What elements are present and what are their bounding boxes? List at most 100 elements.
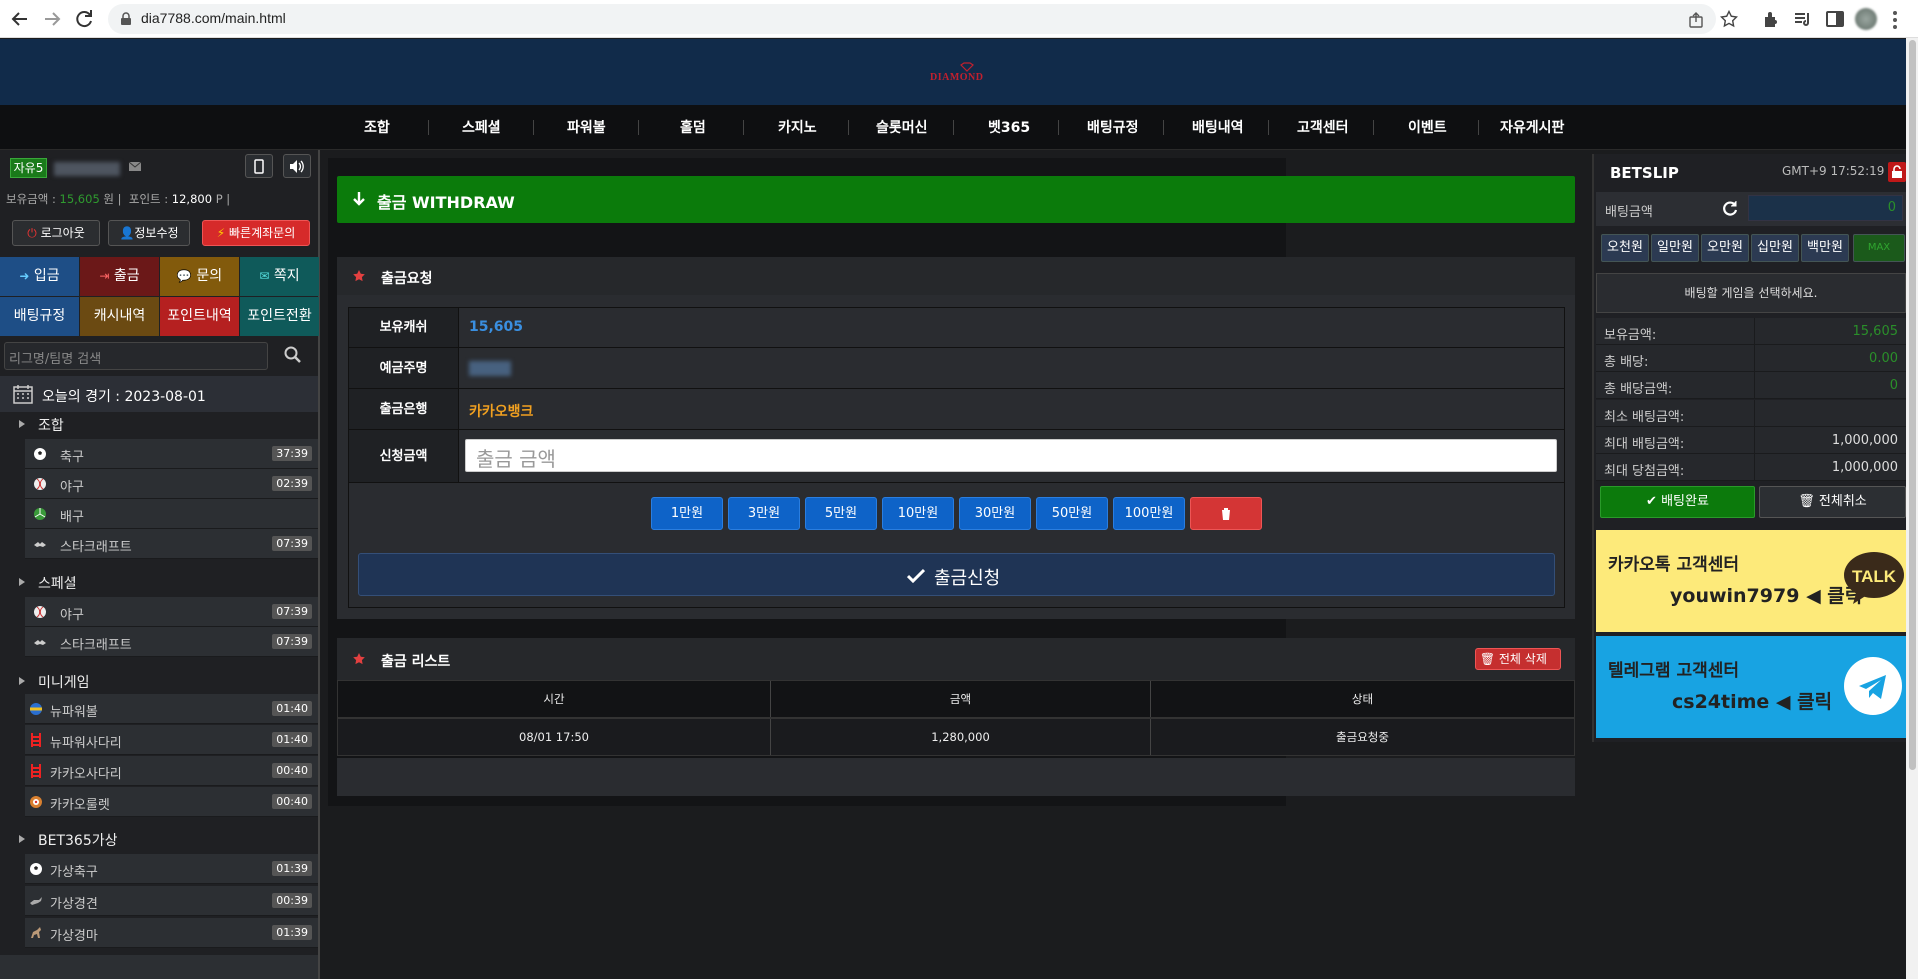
- nav-slot[interactable]: 슬롯머신: [876, 117, 928, 137]
- nav-holdem[interactable]: 홀덤: [680, 117, 706, 137]
- fast-account-button[interactable]: ⚡ 빠른계좌문의: [202, 220, 310, 246]
- amount-50k-button[interactable]: 5만원: [805, 497, 877, 530]
- chip-max[interactable]: MAX: [1853, 234, 1905, 262]
- kakao-support-banner[interactable]: 카카오톡 고객센터 youwin7979 ◀ 클릭 TALK: [1596, 530, 1908, 632]
- amount-30k-button[interactable]: 3만원: [728, 497, 800, 530]
- nav-betting-history[interactable]: 배팅내역: [1192, 117, 1244, 137]
- chat-icon: 💬: [176, 269, 192, 283]
- sidebar-footer: [0, 955, 318, 979]
- league-search-input[interactable]: 리그명/팀명 검색: [4, 342, 268, 370]
- minigame-item[interactable]: 카카오사다리 00:40: [25, 756, 318, 786]
- address-bar[interactable]: dia7788.com/main.html: [108, 4, 1716, 34]
- chip-10000[interactable]: 일만원: [1651, 234, 1699, 262]
- amount-10k-button[interactable]: 1만원: [651, 497, 723, 530]
- betslip-notice: 배팅할 게임을 선택하세요.: [1596, 273, 1906, 313]
- bookmark-star-icon[interactable]: [1720, 10, 1738, 28]
- amount-300k-button[interactable]: 30만원: [959, 497, 1031, 530]
- nav-casino[interactable]: 카지노: [778, 117, 817, 137]
- search-icon[interactable]: [284, 346, 302, 364]
- betslip-title: BETSLIP: [1610, 164, 1679, 182]
- sport-item[interactable]: 배구: [25, 499, 318, 529]
- virtual-item[interactable]: 가상축구 01:39: [25, 854, 318, 884]
- minigame-item[interactable]: 카카오룰렛 00:40: [25, 787, 318, 817]
- mail-icon[interactable]: [128, 160, 142, 172]
- chip-50000[interactable]: 오만원: [1701, 234, 1749, 262]
- quick-cash-history[interactable]: 캐시내역: [80, 297, 159, 336]
- minigame-item[interactable]: 뉴파워볼 01:40: [25, 694, 318, 724]
- withdraw-list-footer: [337, 758, 1575, 796]
- side-panel-icon[interactable]: [1825, 9, 1845, 29]
- amount-1m-button[interactable]: 100만원: [1113, 497, 1185, 530]
- quick-point-history[interactable]: 포인트내역: [160, 297, 239, 336]
- quick-point-convert[interactable]: 포인트전환: [240, 297, 319, 336]
- nav-powerball[interactable]: 파워볼: [567, 117, 606, 137]
- sport-item[interactable]: 스타크래프트 07:39: [25, 627, 318, 657]
- chip-5000[interactable]: 오천원: [1601, 234, 1649, 262]
- amount-reset-button[interactable]: [1190, 497, 1262, 530]
- reading-list-icon[interactable]: [1793, 9, 1813, 29]
- category-special[interactable]: 스페셜: [0, 567, 318, 597]
- share-icon[interactable]: [1688, 11, 1706, 29]
- page-scrollbar-thumb[interactable]: [1909, 40, 1916, 770]
- quick-inquiry[interactable]: 💬 문의: [160, 257, 239, 296]
- sport-item[interactable]: 야구 02:39: [25, 469, 318, 499]
- site-info-icon[interactable]: [120, 12, 132, 26]
- menu-kebab-icon[interactable]: [1893, 9, 1899, 29]
- quick-message[interactable]: ✉ 쪽지: [240, 257, 319, 296]
- telegram-support-banner[interactable]: 텔레그램 고객센터 cs24time ◀ 클릭: [1596, 636, 1908, 738]
- bet-amount-input[interactable]: 0: [1748, 195, 1903, 221]
- refresh-icon[interactable]: [1721, 200, 1739, 218]
- form-row-cash: 보유캐쉬 15,605: [349, 308, 1564, 348]
- nav-event[interactable]: 이벤트: [1408, 117, 1447, 137]
- site-logo[interactable]: DIAMOND: [930, 62, 983, 88]
- user-balance: 15,605: [59, 192, 100, 206]
- withdraw-submit-button[interactable]: 출금신청: [358, 553, 1555, 596]
- lock-icon[interactable]: [1888, 162, 1906, 182]
- holder-value-redacted: [469, 361, 511, 376]
- kakao-id: youwin7979 ◀ 클릭: [1670, 585, 1863, 607]
- nav-combo[interactable]: 조합: [364, 117, 390, 137]
- nav-bet365[interactable]: 벳365: [988, 117, 1030, 137]
- delete-all-button[interactable]: 🗑 전체 삭제: [1475, 648, 1561, 670]
- bet-cancel-all-button[interactable]: 🗑 전체취소: [1759, 486, 1906, 518]
- sound-button[interactable]: [283, 154, 311, 178]
- amount-500k-button[interactable]: 50만원: [1036, 497, 1108, 530]
- nav-betting-rules[interactable]: 배팅규정: [1087, 117, 1139, 137]
- betslip-header: BETSLIP GMT+9 17:52:19: [1596, 156, 1908, 186]
- edit-info-button[interactable]: 👤정보수정: [108, 220, 190, 246]
- profile-avatar[interactable]: [1855, 8, 1877, 30]
- chip-1000000[interactable]: 백만원: [1801, 234, 1849, 262]
- amount-100k-button[interactable]: 10만원: [882, 497, 954, 530]
- starcraft-icon: [34, 542, 46, 547]
- logout-button[interactable]: ⏻ 로그아웃: [12, 220, 100, 246]
- withdraw-amount-input[interactable]: 출금 금액: [465, 439, 1557, 472]
- mobile-button[interactable]: [245, 154, 273, 178]
- reload-icon[interactable]: [72, 7, 96, 31]
- chip-100000[interactable]: 십만원: [1751, 234, 1799, 262]
- extensions-icon[interactable]: [1761, 9, 1781, 29]
- category-minigame[interactable]: 미니게임: [0, 666, 318, 696]
- cash-value: 15,605: [469, 319, 524, 335]
- virtual-item[interactable]: 가상경마 01:39: [25, 918, 318, 948]
- nav-special[interactable]: 스페셜: [462, 117, 501, 137]
- nav-customer-center[interactable]: 고객센터: [1297, 117, 1349, 137]
- sport-item[interactable]: 야구 07:39: [25, 597, 318, 627]
- telegram-title: 텔레그램 고객센터: [1608, 661, 1740, 681]
- sport-item[interactable]: 축구 37:39: [25, 439, 318, 469]
- quick-deposit[interactable]: ➜ 입금: [0, 257, 79, 296]
- back-arrow-icon[interactable]: [8, 7, 32, 31]
- category-bet365[interactable]: BET365가상: [0, 824, 318, 854]
- sport-item[interactable]: 스타크래프트 07:39: [25, 529, 318, 559]
- baseball-icon: [34, 606, 46, 618]
- nav-free-board[interactable]: 자유게시판: [1500, 117, 1564, 137]
- bet-confirm-button[interactable]: ✔ 배팅완료: [1600, 486, 1755, 518]
- trash-icon: 🗑: [1479, 652, 1496, 666]
- forward-arrow-icon[interactable]: [40, 7, 64, 31]
- stat-min-bet: 최소 배팅금액:: [1596, 400, 1906, 427]
- category-combo[interactable]: 조합: [0, 409, 318, 439]
- minigame-item[interactable]: 뉴파워사다리 01:40: [25, 725, 318, 755]
- quick-withdraw[interactable]: ⇥ 출금: [80, 257, 159, 296]
- ladder-icon: [31, 733, 41, 747]
- quick-rules[interactable]: 배팅규정: [0, 297, 79, 336]
- virtual-item[interactable]: 가상경견 00:39: [25, 886, 318, 916]
